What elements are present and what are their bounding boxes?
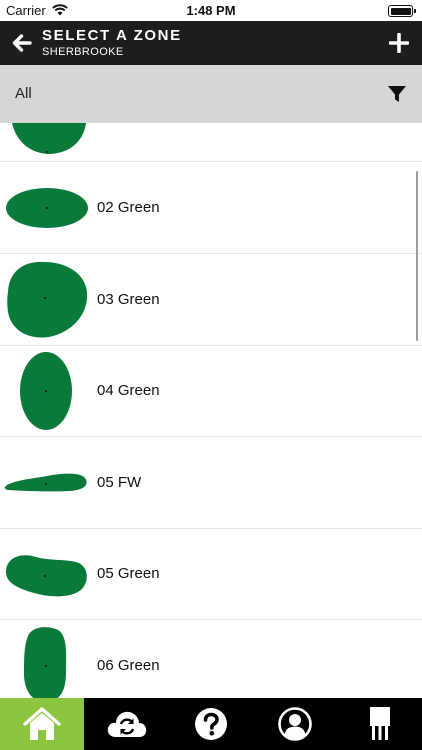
zone-name: 06 Green — [97, 657, 160, 674]
home-icon — [23, 707, 61, 740]
zone-row[interactable]: 03 Green — [0, 254, 422, 346]
zone-shape — [7, 261, 88, 338]
user-profile-icon — [278, 707, 313, 741]
page-subtitle: SHERBROOKE — [42, 46, 124, 58]
zone-name: 04 Green — [97, 382, 160, 399]
tab-home[interactable] — [0, 698, 85, 750]
zone-name: 02 Green — [97, 199, 160, 216]
battery-icon — [388, 5, 416, 17]
filter-icon[interactable] — [387, 84, 407, 104]
zone-shape — [6, 188, 88, 228]
status-bar: Carrier 1:48 PM — [0, 0, 422, 21]
filter-selection[interactable]: All — [15, 85, 32, 102]
tab-sync[interactable] — [84, 698, 168, 750]
zone-name: 05 Green — [97, 565, 160, 582]
zone-row[interactable]: 05 Green — [0, 528, 422, 620]
zone-shape — [20, 352, 72, 430]
zone-name: 03 Green — [97, 291, 160, 308]
zone-row[interactable]: 04 Green — [0, 345, 422, 437]
zone-shape — [12, 123, 86, 154]
scrollbar[interactable] — [415, 171, 418, 341]
tab-profile[interactable] — [253, 698, 337, 750]
zone-shape — [4, 473, 87, 492]
page-title: SELECT A ZONE — [42, 27, 182, 44]
clock: 1:48 PM — [186, 3, 236, 18]
tab-device[interactable] — [338, 698, 422, 750]
zone-shape — [6, 555, 87, 597]
device-icon — [369, 707, 390, 740]
zone-row[interactable]: 06 Green — [0, 620, 422, 698]
zone-name: 05 FW — [97, 474, 142, 491]
zone-list[interactable]: 02 Green 03 Green 04 Green 05 FW 05 Gree… — [0, 123, 422, 698]
tab-bar — [0, 698, 422, 750]
back-arrow-icon[interactable] — [10, 31, 34, 55]
tab-help[interactable] — [169, 698, 253, 750]
add-icon[interactable] — [389, 33, 409, 53]
header-titles: SELECT A ZONE SHERBROOKE — [42, 27, 182, 59]
zone-shape — [24, 627, 67, 698]
zone-row[interactable]: 02 Green — [0, 162, 422, 254]
zone-row[interactable] — [0, 123, 422, 162]
cloud-sync-icon — [107, 711, 146, 737]
filter-bar: All — [0, 65, 422, 123]
zone-row[interactable]: 05 FW — [0, 437, 422, 529]
navigation-bar: SELECT A ZONE SHERBROOKE — [0, 21, 422, 65]
help-icon — [195, 708, 228, 740]
